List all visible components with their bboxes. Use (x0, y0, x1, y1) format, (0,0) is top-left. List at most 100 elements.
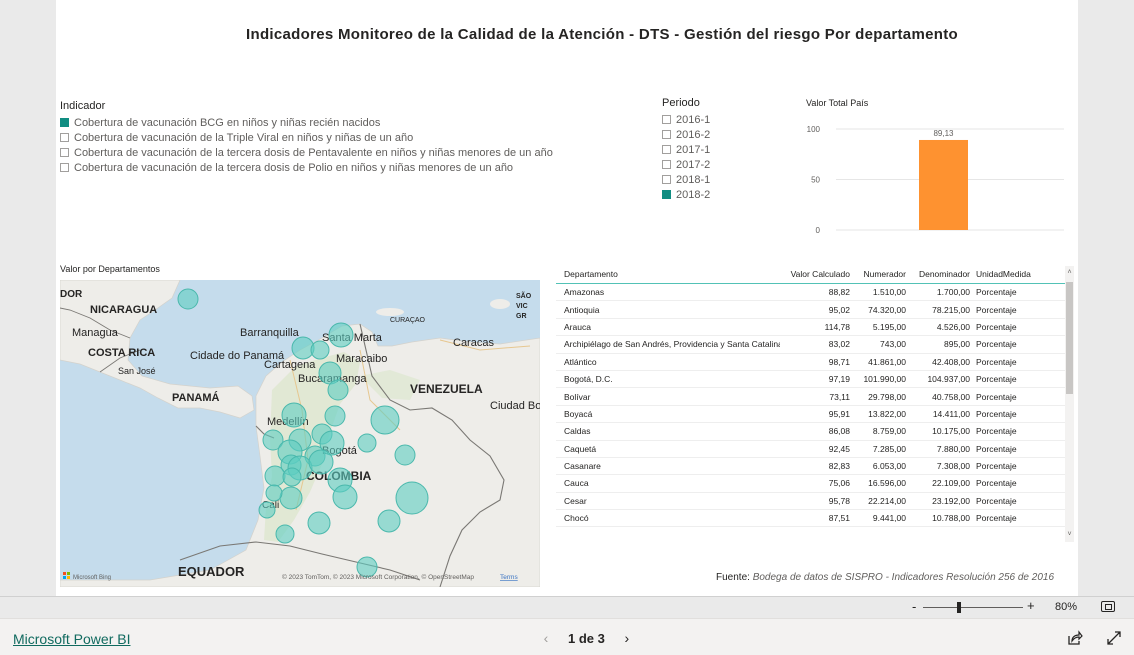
table-row[interactable]: Amazonas 88,82 1.510,00 1.700,00 Porcentaje (556, 284, 1074, 302)
department-bubble[interactable] (310, 340, 330, 360)
table-row[interactable]: Caldas 86,08 8.759,00 10.175,00 Porcentaje (556, 423, 1074, 441)
department-bubble[interactable] (307, 511, 331, 535)
col-header-numerador[interactable]: Numerador (850, 269, 906, 279)
y-tick-label: 50 (811, 176, 820, 185)
department-bubble[interactable] (377, 509, 401, 533)
table-row[interactable]: Arauca 114,78 5.195,00 4.526,00 Porcentaje (556, 319, 1074, 337)
col-header-departamento[interactable]: Departamento (556, 269, 780, 279)
checkbox-checked-icon[interactable] (662, 190, 671, 199)
department-bubble[interactable] (291, 336, 315, 360)
checkbox-icon[interactable] (662, 130, 671, 139)
checkbox-icon[interactable] (662, 160, 671, 169)
table-cell: 1.700,00 (936, 287, 970, 298)
checkbox-icon[interactable] (662, 145, 671, 154)
indicador-item[interactable]: Cobertura de vacunación de la tercera do… (60, 145, 600, 160)
table-row[interactable]: Cauca 75,06 16.596,00 22.109,00 Porcentaje (556, 475, 1074, 493)
periodo-item[interactable]: 2018-2 (662, 187, 752, 202)
source-text: Bodega de datos de SISPRO - Indicadores … (752, 572, 1055, 583)
share-icon[interactable] (1067, 630, 1083, 646)
zoom-slider-thumb[interactable] (957, 602, 961, 613)
bar[interactable] (919, 139, 968, 230)
table-row[interactable]: Chocó 87,51 9.441,00 10.788,00 Porcentaje (556, 510, 1074, 528)
map-terms-link[interactable]: Terms (500, 574, 518, 581)
powerbi-brand-link[interactable]: Microsoft Power BI (13, 631, 130, 647)
table-cell: 743,00 (880, 339, 906, 350)
departments-map[interactable]: DOR NICARAGUA Managua COSTA RICA San Jos… (60, 280, 540, 587)
report-background: Indicadores Monitoreo de la Calidad de l… (0, 0, 1134, 596)
col-header-unidad-medida[interactable]: UnidadMedida (970, 269, 1040, 279)
table-cell: Porcentaje (976, 426, 1017, 437)
department-bubble[interactable] (275, 524, 295, 544)
department-bubble[interactable] (324, 405, 346, 427)
department-bubble[interactable] (395, 481, 429, 515)
scroll-down-icon[interactable]: ˅ (1065, 530, 1074, 540)
table-cell: Porcentaje (976, 374, 1017, 385)
table-cell: 13.822,00 (868, 408, 906, 419)
table-row[interactable]: Bolívar 73,11 29.798,00 40.758,00 Porcentaje (556, 388, 1074, 406)
map-svg: DOR NICARAGUA Managua COSTA RICA San Jos… (60, 280, 540, 587)
checkbox-icon[interactable] (662, 115, 671, 124)
table-row[interactable]: Bogotá, D.C. 97,19 101.990,00 104.937,00 Por… (556, 371, 1074, 389)
table-cell: 42.408,00 (932, 356, 970, 367)
table-scrollbar[interactable]: ˄ ˅ (1065, 266, 1074, 542)
table-cell: 895,00 (944, 339, 970, 350)
checkbox-icon[interactable] (60, 148, 69, 157)
checkbox-icon[interactable] (60, 163, 69, 172)
department-bubble[interactable] (308, 449, 334, 475)
department-bubble[interactable] (265, 484, 283, 502)
department-bubble[interactable] (357, 433, 377, 453)
table-cell: Porcentaje (976, 287, 1017, 298)
col-header-denominador[interactable]: Denominador (906, 269, 970, 279)
department-bubble[interactable] (328, 322, 354, 348)
table-row[interactable]: Atlántico 98,71 41.861,00 42.408,00 Porcenta… (556, 354, 1074, 371)
department-bubble[interactable] (332, 484, 358, 510)
table-cell: Porcentaje (976, 408, 1017, 419)
scroll-up-icon[interactable]: ˄ (1065, 268, 1074, 278)
indicador-item-label: Cobertura de vacunación BCG en niños y n… (74, 116, 381, 129)
y-tick-label: 0 (816, 226, 821, 235)
department-bubble[interactable] (264, 465, 286, 487)
table-row[interactable]: Casanare 82,83 6.053,00 7.308,00 Porcentaje (556, 458, 1074, 476)
table-row[interactable]: Boyacá 95,91 13.822,00 14.411,00 Porcentaje (556, 406, 1074, 424)
department-bubble[interactable] (327, 379, 349, 401)
periodo-item[interactable]: 2018-1 (662, 172, 752, 187)
department-bubble[interactable] (258, 501, 276, 519)
zoom-in-button[interactable]: + (1027, 598, 1035, 613)
fullscreen-icon[interactable] (1106, 630, 1122, 646)
zoom-slider-track[interactable] (923, 607, 1023, 608)
periodo-item[interactable]: 2017-2 (662, 157, 752, 172)
checkbox-icon[interactable] (662, 175, 671, 184)
department-bubble[interactable] (279, 486, 303, 510)
col-header-valor-calculado[interactable]: Valor Calculado (780, 269, 850, 279)
fit-to-page-icon[interactable] (1101, 601, 1115, 612)
table-cell: Porcentaje (976, 513, 1017, 524)
table-cell: Porcentaje (976, 391, 1017, 402)
indicador-item[interactable]: Cobertura de vacunación de la Triple Vir… (60, 130, 600, 145)
checkbox-checked-icon[interactable] (60, 118, 69, 127)
departments-table[interactable]: Departamento Valor Calculado Numerador D… (556, 264, 1074, 544)
table-row[interactable]: Caquetá 92,45 7.285,00 7.880,00 Porcentaje (556, 441, 1074, 458)
checkbox-icon[interactable] (60, 133, 69, 142)
table-cell: Chocó (564, 513, 589, 524)
table-row[interactable]: Cesar 95,78 22.214,00 23.192,00 Porcentaje (556, 493, 1074, 511)
indicador-item[interactable]: Cobertura de vacunación de la tercera do… (60, 160, 600, 175)
table-cell: 29.798,00 (868, 391, 906, 402)
table-row[interactable]: Archipiélago de San Andrés, Providencia … (556, 336, 1074, 354)
department-bubble[interactable] (370, 405, 400, 435)
table-row[interactable]: Antioquia 95,02 74.320,00 78.215,00 Porcenta… (556, 301, 1074, 319)
periodo-item[interactable]: 2017-1 (662, 142, 752, 157)
map-label-cartagena: Cartagena (264, 359, 316, 371)
department-bubble[interactable] (282, 467, 302, 487)
periodo-item[interactable]: 2016-2 (662, 127, 752, 142)
previous-page-icon[interactable]: ‹ (540, 630, 552, 646)
zoom-out-button[interactable]: - (912, 599, 916, 614)
next-page-icon[interactable]: › (621, 630, 633, 646)
department-bubble[interactable] (394, 444, 416, 466)
department-bubble[interactable] (177, 288, 199, 310)
table-cell: 16.596,00 (868, 478, 906, 489)
periodo-item[interactable]: 2016-1 (662, 112, 752, 127)
scroll-thumb[interactable] (1066, 282, 1073, 394)
department-bubble[interactable] (281, 402, 307, 428)
table-cell: 1.510,00 (872, 287, 906, 298)
indicador-item[interactable]: Cobertura de vacunación BCG en niños y n… (60, 115, 600, 130)
